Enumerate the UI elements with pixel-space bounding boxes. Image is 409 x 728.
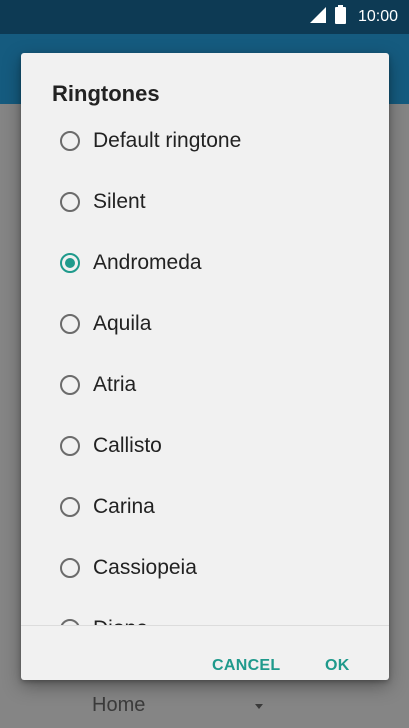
radio-button[interactable]	[60, 558, 80, 578]
radio-button[interactable]	[60, 131, 80, 151]
ringtone-option-atria[interactable]: Atria	[21, 356, 389, 417]
option-label: Silent	[93, 190, 146, 213]
ringtone-option-default[interactable]: Default ringtone	[21, 112, 389, 173]
dropdown-arrow-icon	[255, 704, 263, 709]
option-label: Cassiopeia	[93, 556, 197, 579]
ringtone-option-aquila[interactable]: Aquila	[21, 295, 389, 356]
ringtone-option-silent[interactable]: Silent	[21, 173, 389, 234]
ringtones-dialog: Ringtones Default ringtone Silent Androm…	[21, 53, 389, 680]
cellular-signal-icon	[309, 6, 327, 29]
ok-button[interactable]: OK	[325, 626, 350, 680]
behind-field-text: Home	[92, 694, 146, 716]
ok-button-label: OK	[325, 657, 350, 674]
ringtone-option-cassiopeia[interactable]: Cassiopeia	[21, 539, 389, 600]
dialog-title: Ringtones	[52, 81, 160, 106]
option-label: Callisto	[93, 434, 162, 457]
radio-button[interactable]	[60, 497, 80, 517]
status-icons: 10:00	[309, 0, 398, 34]
cancel-button-label: CANCEL	[212, 657, 281, 674]
radio-button[interactable]	[60, 375, 80, 395]
dialog-actions: CANCEL OK	[21, 626, 389, 680]
option-label: Default ringtone	[93, 129, 242, 152]
status-time: 10:00	[357, 8, 398, 25]
ringtone-option-andromeda[interactable]: Andromeda	[21, 234, 389, 295]
option-label: Aquila	[93, 312, 152, 335]
option-label: Atria	[93, 373, 137, 396]
radio-button-selected[interactable]	[60, 253, 80, 273]
option-label: Carina	[93, 495, 155, 518]
ringtone-option-carina[interactable]: Carina	[21, 478, 389, 539]
option-label: Andromeda	[93, 251, 202, 274]
option-label: Dione	[93, 617, 148, 625]
ringtone-option-callisto[interactable]: Callisto	[21, 417, 389, 478]
ringtone-option-dione[interactable]: Dione	[21, 600, 389, 625]
battery-icon	[334, 5, 346, 29]
ringtone-list[interactable]: Default ringtone Silent Andromeda Aquila…	[21, 112, 389, 625]
cancel-button[interactable]: CANCEL	[212, 626, 280, 680]
radio-button[interactable]	[60, 314, 80, 334]
radio-button[interactable]	[60, 436, 80, 456]
status-bar: 10:00	[0, 0, 409, 34]
radio-button[interactable]	[60, 192, 80, 212]
